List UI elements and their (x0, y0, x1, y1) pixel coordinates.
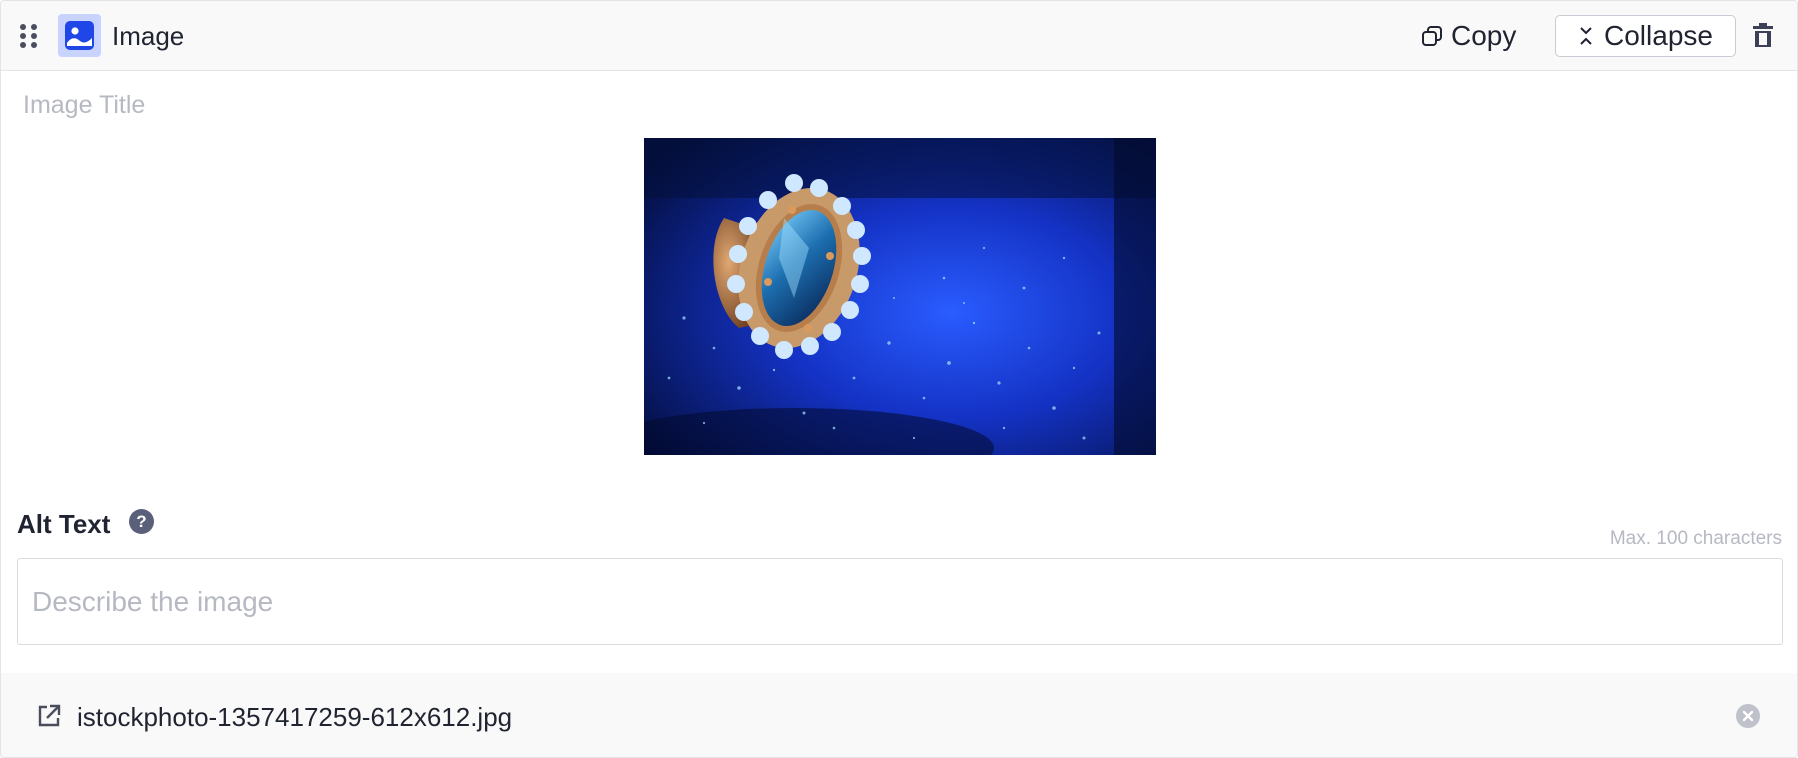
remove-icon (1742, 710, 1754, 722)
trash-icon (1753, 23, 1773, 47)
copy-button[interactable]: Copy (1413, 17, 1524, 55)
image-block-card: Image Copy Collapse Image Title Alt Text… (0, 0, 1798, 758)
file-name: istockphoto-1357417259-612x612.jpg (77, 702, 513, 732)
collapse-label: Collapse (1604, 20, 1713, 51)
max-characters-hint: Max. 100 characters (1609, 528, 1782, 549)
copy-label: Copy (1451, 20, 1517, 51)
image-title-input[interactable] (23, 87, 723, 123)
remove-file-button[interactable] (1736, 704, 1760, 728)
drag-handle-icon[interactable] (19, 23, 39, 49)
file-bar: istockphoto-1357417259-612x612.jpg (1, 673, 1797, 757)
copy-icon (1422, 26, 1442, 46)
image-preview (644, 138, 1156, 455)
alt-text-label: Alt Text (17, 509, 111, 539)
delete-button[interactable] (1751, 21, 1775, 51)
collapse-icon (1580, 27, 1592, 45)
alt-text-input[interactable] (17, 558, 1783, 645)
image-icon (58, 14, 101, 57)
collapse-button[interactable]: Collapse (1555, 15, 1736, 57)
external-link-icon[interactable] (36, 703, 62, 729)
help-icon[interactable]: ? (129, 509, 154, 534)
block-header: Image Copy Collapse (1, 1, 1797, 71)
block-type-title: Image (112, 21, 185, 51)
